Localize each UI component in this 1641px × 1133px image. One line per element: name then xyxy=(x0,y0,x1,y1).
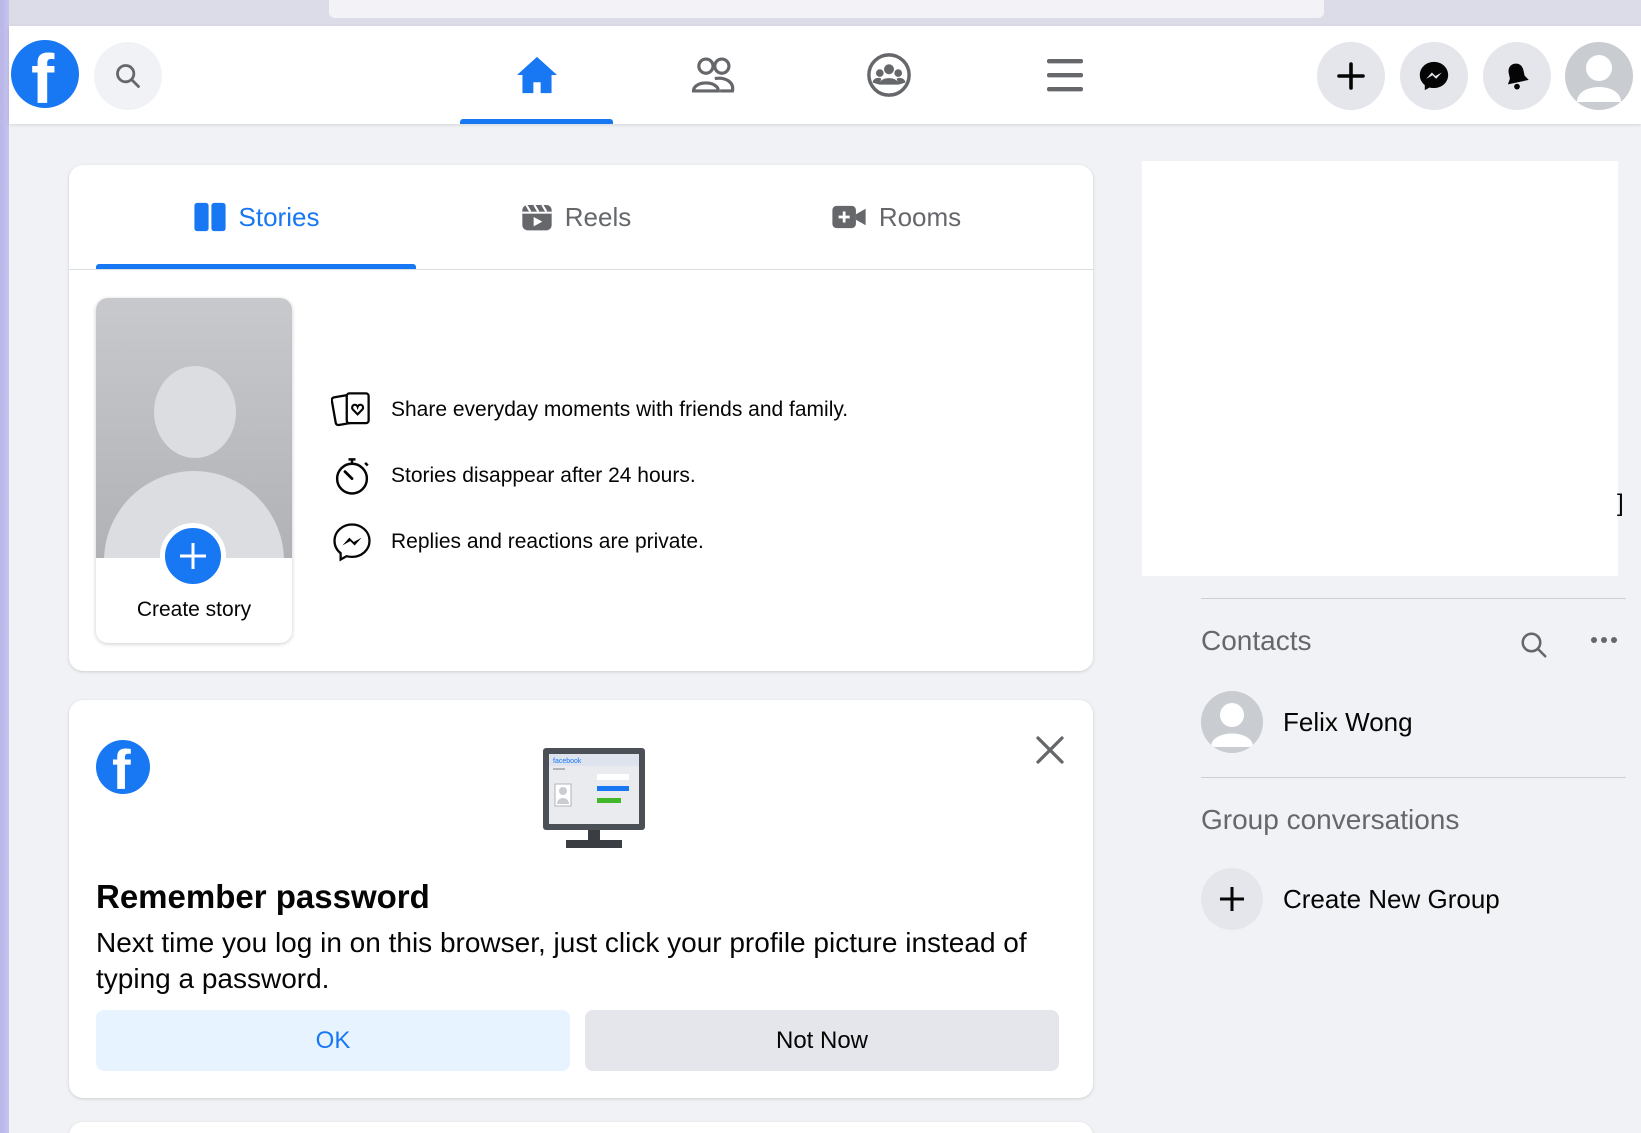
story-info-row: Share everyday moments with friends and … xyxy=(331,386,1031,434)
page: f Stories Reels Rooms Create story Share… xyxy=(9,0,1641,1133)
logo-letter: f xyxy=(112,738,131,801)
nav-groups-tab[interactable] xyxy=(812,26,965,124)
tab-stories[interactable]: Stories xyxy=(96,165,416,269)
monitor-brand-text: facebook xyxy=(553,758,582,765)
story-placeholder-photo xyxy=(96,298,292,558)
search-icon xyxy=(116,64,140,88)
notifications-button[interactable] xyxy=(1483,42,1551,110)
tab-rooms[interactable]: Rooms xyxy=(736,165,1056,269)
group-conversations-title: Group conversations xyxy=(1201,804,1460,835)
silhouette-head xyxy=(154,366,236,458)
tab-reels[interactable]: Reels xyxy=(416,165,736,269)
cards-heart-icon xyxy=(331,392,370,427)
tab-rooms-label: Rooms xyxy=(878,201,962,232)
account-avatar[interactable] xyxy=(1565,42,1633,110)
nav-home-tab[interactable] xyxy=(460,26,613,124)
plus-icon xyxy=(1337,62,1365,90)
stories-icon xyxy=(193,202,226,232)
tabs-divider xyxy=(69,269,1093,270)
search-button[interactable] xyxy=(94,42,162,110)
logo-letter: f xyxy=(31,40,55,118)
create-story-label: Create story xyxy=(136,598,252,621)
friends-icon xyxy=(691,57,734,93)
stray-bracket-text: ] xyxy=(1617,490,1624,517)
top-navigation-bar: f xyxy=(9,26,1641,124)
more-options-icon[interactable] xyxy=(1588,628,1620,652)
create-new-group-label: Create New Group xyxy=(1283,883,1500,914)
story-info-row: Replies and reactions are private. xyxy=(331,518,1031,566)
rooms-icon xyxy=(832,205,866,229)
create-button[interactable] xyxy=(1317,42,1385,110)
sponsored-area xyxy=(1142,161,1618,576)
story-info-text: Replies and reactions are private. xyxy=(391,530,704,553)
close-icon xyxy=(1036,736,1064,764)
reels-icon xyxy=(522,204,552,231)
search-icon[interactable] xyxy=(1519,630,1549,660)
sidebar-divider xyxy=(1201,777,1626,778)
contacts-title: Contacts xyxy=(1201,625,1312,656)
bell-icon xyxy=(1507,63,1529,90)
create-story-plus-icon[interactable] xyxy=(160,523,226,589)
plus-icon xyxy=(1201,868,1263,930)
stories-card: Stories Reels Rooms Create story Share e… xyxy=(69,165,1093,671)
facebook-logo[interactable]: f xyxy=(11,40,79,114)
profile-silhouette-icon xyxy=(1211,703,1253,747)
groups-icon xyxy=(866,53,911,97)
create-new-group-button[interactable]: Create New Group xyxy=(1201,868,1500,930)
nav-menu-tab[interactable] xyxy=(988,26,1141,124)
browser-top-strip xyxy=(9,0,1641,26)
nav-friends-tab[interactable] xyxy=(636,26,789,124)
remember-title: Remember password xyxy=(96,878,430,915)
story-info-row: Stories disappear after 24 hours. xyxy=(331,452,1031,500)
contact-name: Felix Wong xyxy=(1283,706,1413,737)
tab-stories-label: Stories xyxy=(238,201,320,232)
messenger-icon xyxy=(1419,61,1449,91)
ok-button[interactable]: OK xyxy=(96,1010,570,1071)
profile-silhouette-icon xyxy=(1577,55,1621,102)
remember-description: Next time you log in on this browser, ju… xyxy=(96,927,1027,994)
close-button[interactable] xyxy=(1032,732,1068,768)
contact-avatar xyxy=(1201,691,1263,753)
contact-item[interactable]: Felix Wong xyxy=(1201,690,1413,754)
timer-icon xyxy=(335,458,369,495)
not-now-button[interactable]: Not Now xyxy=(585,1010,1059,1071)
story-info-text: Stories disappear after 24 hours. xyxy=(391,464,696,487)
monitor-illustration-icon: facebook xyxy=(543,748,645,848)
browser-top-bar xyxy=(329,0,1324,18)
tab-reels-label: Reels xyxy=(564,201,632,232)
home-icon xyxy=(516,56,557,94)
story-info-text: Share everyday moments with friends and … xyxy=(391,398,849,421)
sidebar-divider xyxy=(1201,598,1626,599)
create-story-card[interactable]: Create story xyxy=(96,298,292,643)
facebook-logo-small: f xyxy=(96,740,150,798)
next-feed-card xyxy=(69,1122,1093,1133)
menu-icon xyxy=(1046,59,1083,92)
messenger-icon xyxy=(333,523,371,562)
remember-password-card: f facebook Remember password Next time y… xyxy=(69,700,1093,1098)
messenger-button[interactable] xyxy=(1400,42,1468,110)
